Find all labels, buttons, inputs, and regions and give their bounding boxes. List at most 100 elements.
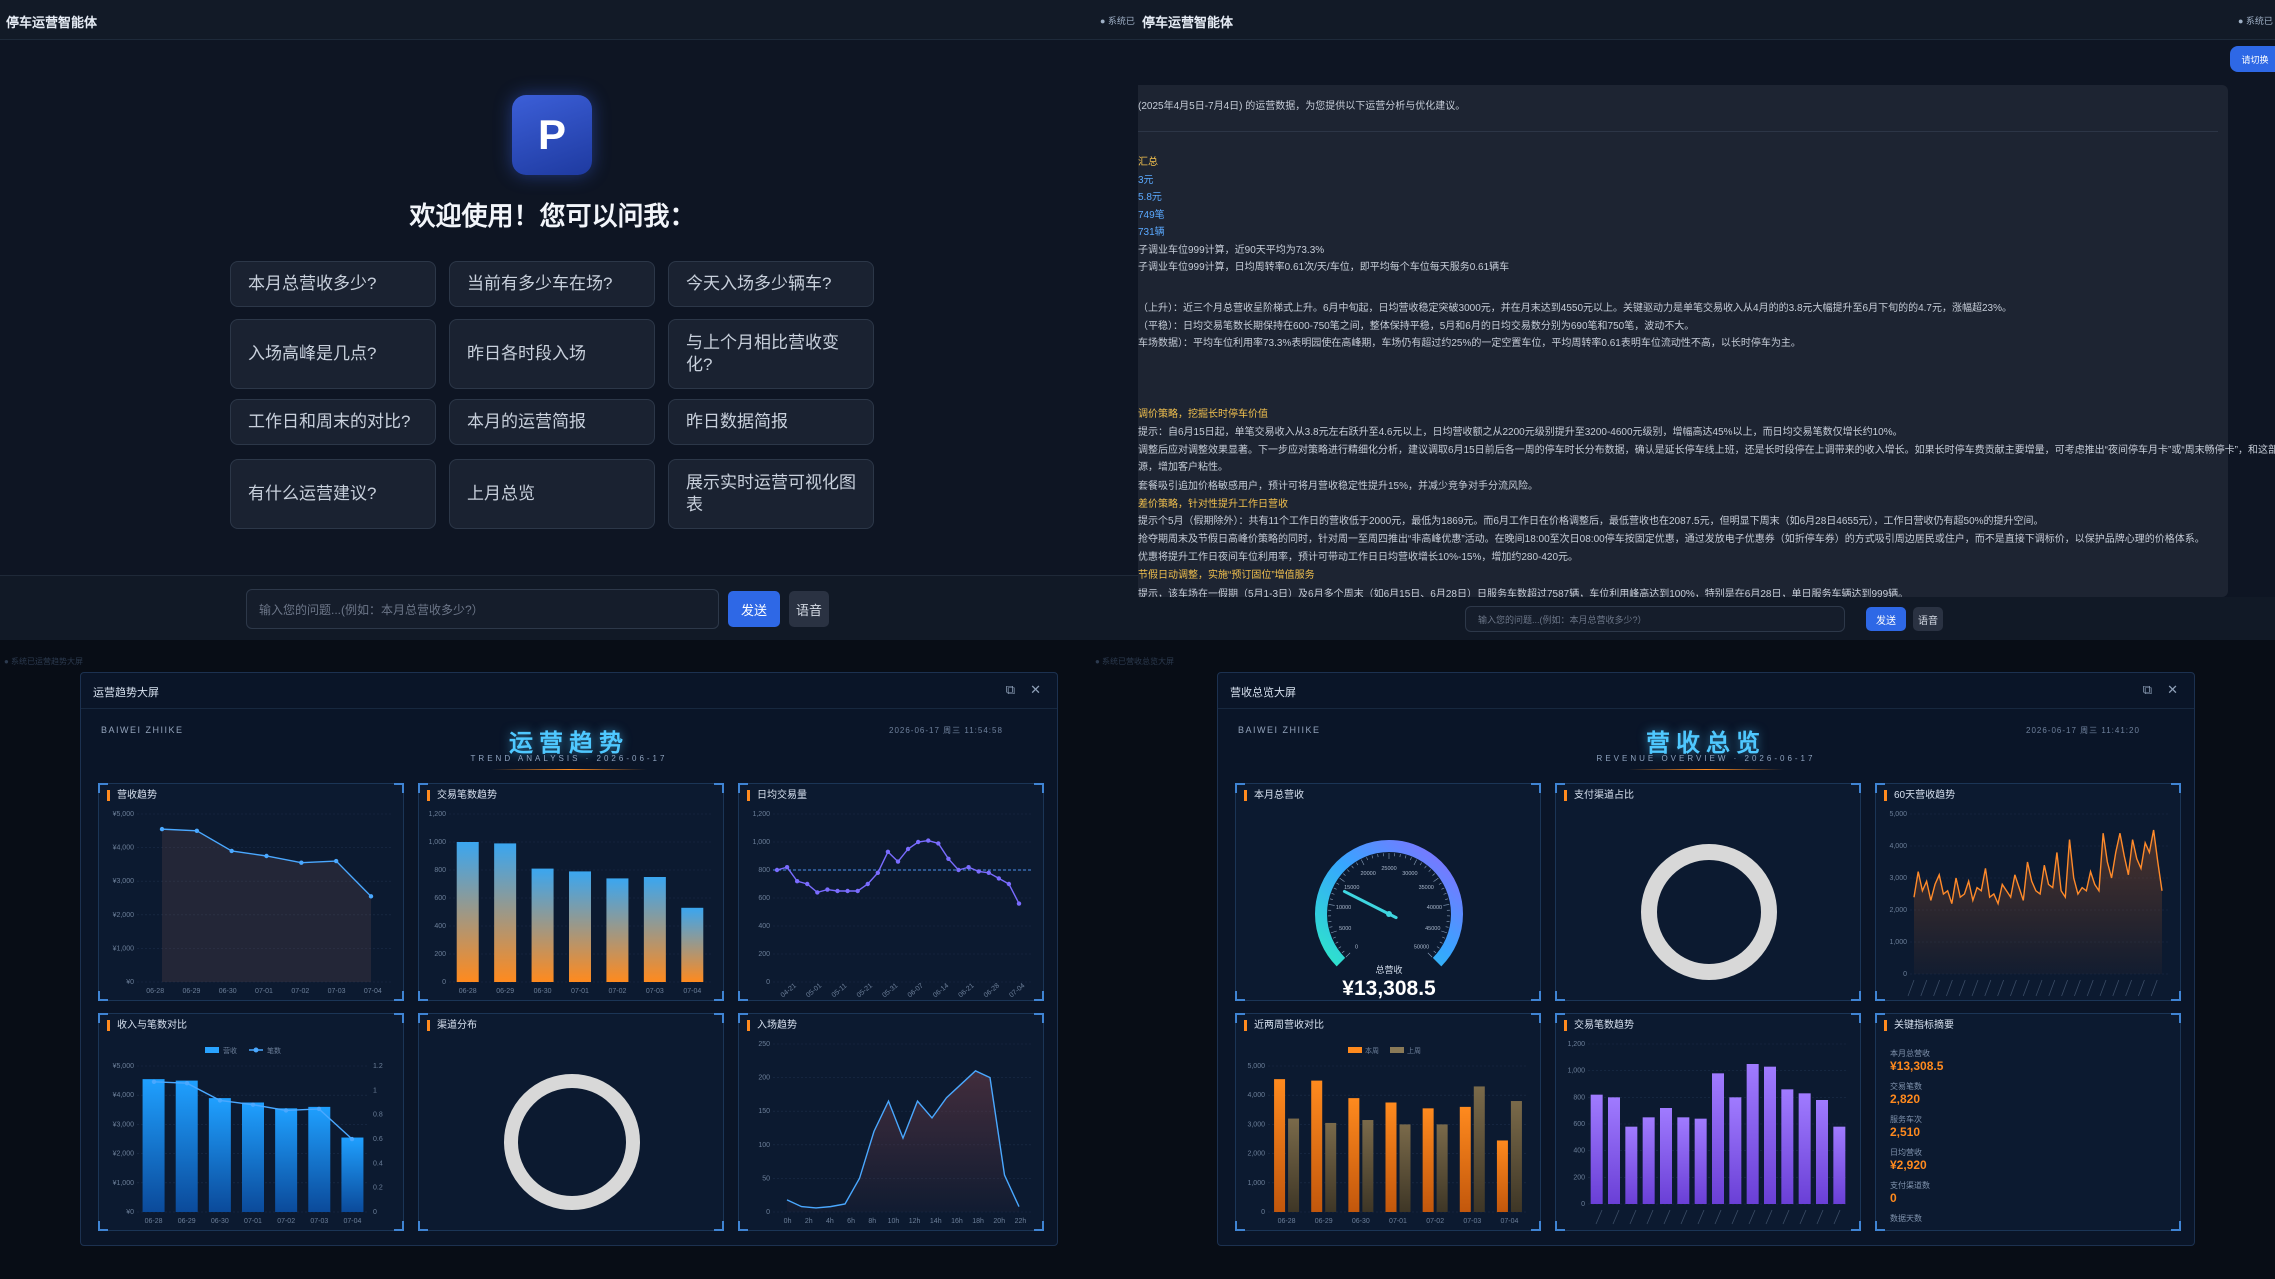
suggestion-chip[interactable]: 与上个月相比营收变化? [668, 319, 874, 389]
data-point [349, 1136, 355, 1142]
legend: 营收 笔数 [205, 1046, 281, 1055]
gauge-hub [1386, 911, 1392, 917]
x-tick-label: 07-04 [683, 988, 701, 995]
suggestion-chip[interactable]: 本月总营收多少? [230, 261, 436, 307]
question-input[interactable]: 输入您的问题...(例如：本月总营收多少?） [246, 589, 719, 629]
popout-icon[interactable]: ⧉ [1006, 682, 1015, 698]
x-tick-label: 06-30 [1352, 1218, 1370, 1225]
suggestion-chip[interactable]: 本月的运营简报 [449, 399, 655, 445]
suggestion-chip[interactable]: 入场高峰是几点? [230, 319, 436, 389]
x-tick-label: 05-01 [805, 982, 823, 999]
y-tick-label: 4,000 [1889, 843, 1907, 850]
suggestion-chip[interactable]: 上月总览 [449, 459, 655, 529]
gauge-tick [1356, 862, 1359, 866]
chart-canvas [1641, 844, 1777, 980]
gauge-tick [1424, 865, 1427, 869]
close-icon[interactable]: ✕ [1030, 682, 1041, 698]
bar [275, 1108, 298, 1212]
suggestion-chip[interactable]: 工作日和周末的对比? [230, 399, 436, 445]
gauge-tick [1345, 952, 1351, 958]
report-question-input[interactable]: 输入您的问题...(例如：本月总营收多少?） [1465, 606, 1845, 632]
data-point [875, 870, 881, 875]
gauge-tick [1439, 941, 1443, 944]
two-week-comparison-card: 近两周营收对比 本周 上周 0 1,000 2,000 3,000 4,000 5,000 06-… [1235, 1013, 1541, 1231]
gauge-tick [1351, 865, 1354, 869]
x-tick [1946, 979, 1953, 997]
dashboard-title: 运营趋势 [509, 730, 629, 757]
x-tick-label: 06-28 [146, 988, 164, 995]
title-underline [491, 769, 647, 770]
window-header: 营收总览大屏 ⧉ ✕ [1218, 673, 2194, 709]
x-tick-label: 05-21 [856, 982, 874, 999]
y-tick-label: ¥1,000 [113, 1180, 135, 1187]
report-line: 套餐吸引追加价格敏感用户，预计可将月营收稳定性提升15%，并减少竞争对手分流风险… [1138, 481, 1539, 492]
bar [1510, 1101, 1522, 1212]
x-tick-label: 4h [826, 1218, 834, 1225]
bar [1459, 1106, 1471, 1212]
gauge-tick [1361, 859, 1365, 866]
popout-icon[interactable]: ⧉ [2143, 682, 2152, 698]
bar [1348, 1098, 1360, 1212]
gauge-tick-label: 40000 [1427, 905, 1442, 911]
suggestion-chip[interactable]: 当前有多少车在场? [449, 261, 655, 307]
gauge-tick-label: 10000 [1336, 905, 1351, 911]
x-tick [1816, 1209, 1824, 1225]
suggestion-chip[interactable]: 昨日数据简报 [668, 399, 874, 445]
gauge-tick [1339, 877, 1345, 882]
bar [1625, 1126, 1638, 1204]
send-button[interactable]: 发送 [728, 591, 780, 627]
x-tick-label: 0h [784, 1218, 792, 1225]
suggestion-chip[interactable]: 今天入场多少辆车? [668, 261, 874, 307]
bar [456, 842, 479, 982]
app-logo: P [512, 95, 592, 175]
y-tick-label: ¥4,000 [113, 845, 135, 852]
y-tick-label: 3,000 [1889, 875, 1907, 882]
donut-slice [504, 1074, 640, 1210]
gauge-tick-label: 25000 [1381, 866, 1396, 872]
data-point [845, 888, 850, 894]
y-tick-label: ¥4,000 [113, 1092, 135, 1099]
x-tick [2074, 979, 2081, 997]
bar [142, 1079, 165, 1212]
voice-button[interactable]: 语音 [789, 591, 829, 627]
bar [569, 871, 591, 982]
y-tick-label: 100 [758, 1142, 770, 1149]
legend-swatch [1390, 1047, 1404, 1053]
x-tick [1731, 1209, 1739, 1225]
report-send-button[interactable]: 发送 [1866, 607, 1906, 631]
gauge-tick [1445, 926, 1449, 928]
y-tick-label: 600 [1573, 1121, 1585, 1128]
gauge-tick [1432, 873, 1435, 876]
x-tick-label: 06-30 [219, 988, 237, 995]
entry-trend-card: 入场趋势 0 50 100 150 200 250 0h 2h 4h 6h 8h 10h 12h 14h 16… [738, 1013, 1044, 1231]
x-tick-label: 07-02 [1426, 1218, 1444, 1225]
bar [1833, 1126, 1846, 1204]
data-point [283, 1108, 289, 1113]
gauge-tick [1338, 946, 1342, 949]
data-point [946, 856, 951, 861]
gauge-tick [1413, 859, 1417, 866]
x-tick [1799, 1209, 1807, 1225]
close-icon[interactable]: ✕ [2167, 682, 2178, 698]
assistant-window: 停车运营智能体 ● 系统已 P 欢迎使用！您可以问我： 本月总营收多少? 当前有多… [0, 0, 1138, 640]
gauge-tick [1436, 946, 1440, 949]
suggestion-chip[interactable]: 展示实时运营可视化图表 [668, 459, 874, 529]
switch-button[interactable]: 请切换 [2230, 46, 2275, 72]
dashboard-subtitle: REVENUE OVERVIEW · 2026-06-17 [1596, 754, 1816, 763]
report-voice-button[interactable]: 语音 [1913, 607, 1943, 631]
bar [341, 1137, 364, 1212]
bar [1473, 1086, 1485, 1212]
gauge-tick [1438, 882, 1442, 885]
gauge-tick-label: 45000 [1425, 926, 1440, 932]
suggestion-chip[interactable]: 昨日各时段入场 [449, 319, 655, 389]
y-tick-label: 1,200 [752, 811, 770, 818]
data-point [865, 881, 870, 887]
revenue-vs-count-card: 收入与笔数对比 营收 笔数 ¥0 ¥1,000 ¥2,000 ¥3,000 ¥4,000 ¥5,… [98, 1013, 404, 1231]
suggestion-chip[interactable]: 有什么运营建议? [230, 459, 436, 529]
x-tick-label: 07-04 [1008, 982, 1026, 999]
kpi-value: 0 [1890, 1191, 1897, 1205]
gauge-tick [1441, 930, 1448, 934]
x-tick [1933, 979, 1940, 997]
divider [1138, 131, 2218, 132]
chart-canvas: 本周 上周 0 1,000 2,000 3,000 4,000 5,000 06-28 06-29… [1247, 1046, 1528, 1225]
